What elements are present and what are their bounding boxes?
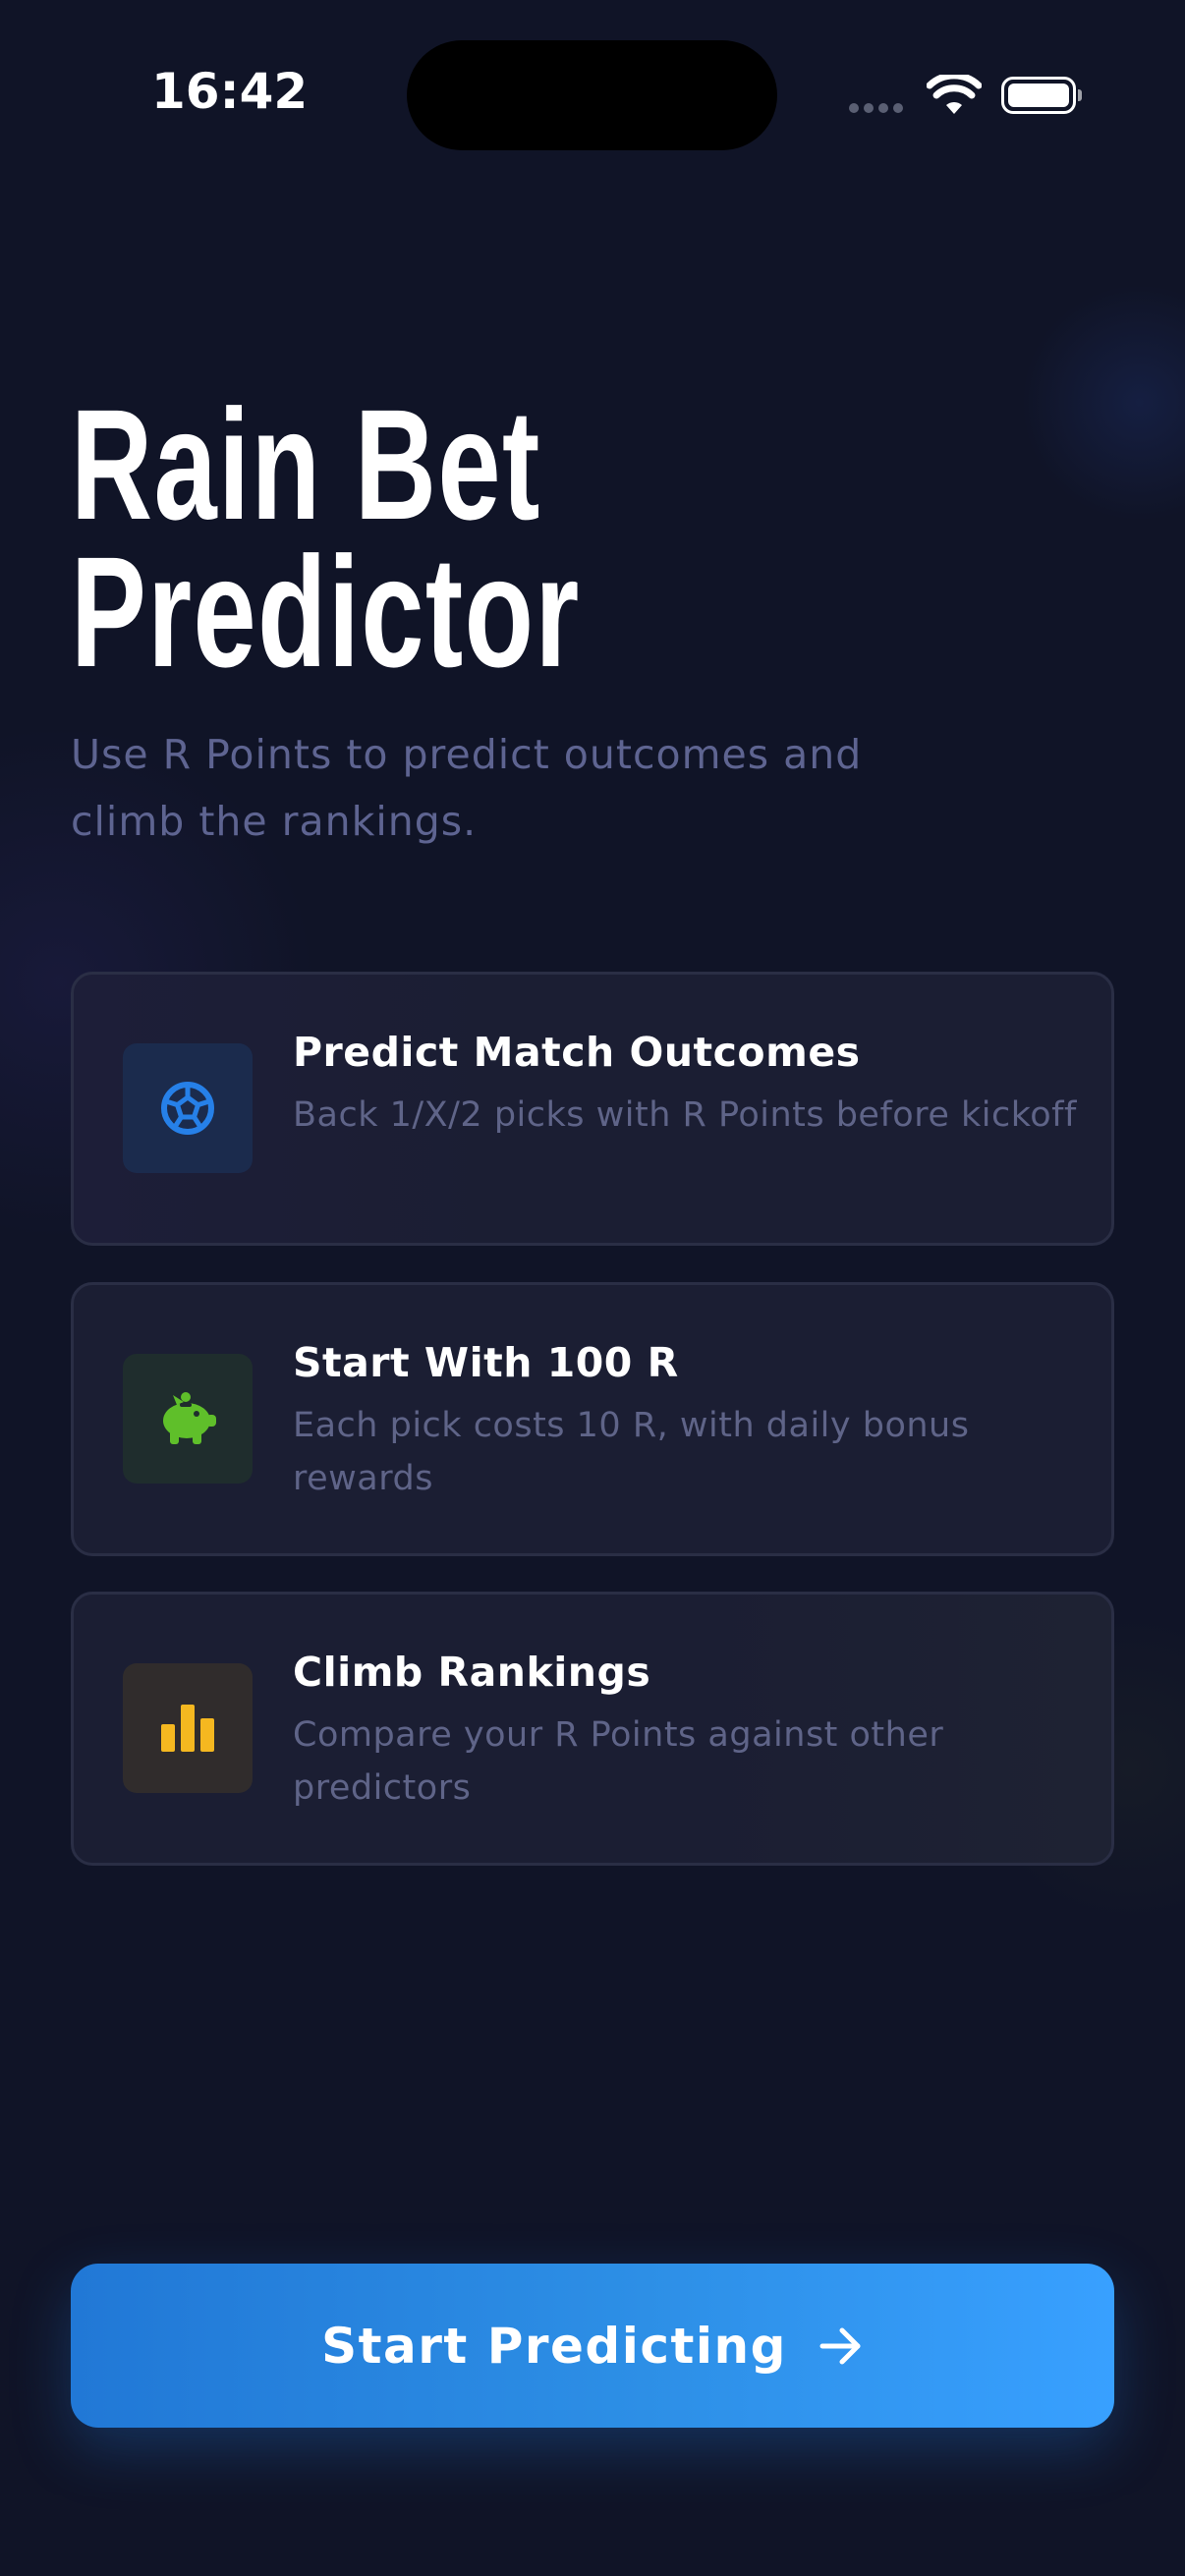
start-predicting-button[interactable]: Start Predicting <box>71 2264 1114 2428</box>
feature-description: Compare your R Points against other pred… <box>293 1715 944 1808</box>
feature-description: Each pick costs 10 R, with daily bonus r… <box>293 1406 970 1498</box>
feature-card-rankings: Climb Rankings Compare your R Points aga… <box>71 1592 1114 1866</box>
cellular-signal-icon <box>849 103 903 113</box>
start-predicting-label: Start Predicting <box>321 2317 787 2375</box>
feature-icon-tile <box>123 1043 253 1173</box>
feature-icon-tile <box>123 1354 253 1484</box>
bar-chart-icon <box>161 1705 214 1752</box>
piggy-bank-icon <box>163 1392 216 1444</box>
dynamic-island <box>407 40 777 150</box>
page-title: Rain Bet Predictor <box>71 376 581 700</box>
feature-title: Start With 100 R <box>293 1339 679 1386</box>
soccer-ball-icon <box>161 1082 214 1135</box>
feature-card-start: Start With 100 R Each pick costs 10 R, w… <box>71 1282 1114 1556</box>
title-line-2: Predictor <box>71 524 581 700</box>
title-line-1: Rain Bet <box>71 376 541 552</box>
arrow-right-icon <box>819 2327 861 2364</box>
wifi-icon <box>927 75 982 114</box>
feature-card-predict: Predict Match Outcomes Back 1/X/2 picks … <box>71 972 1114 1246</box>
battery-icon <box>1001 77 1082 114</box>
page-subtitle: Use R Points to predict outcomes and cli… <box>71 731 863 845</box>
feature-description: Back 1/X/2 picks with R Points before ki… <box>293 1095 1077 1135</box>
feature-title: Climb Rankings <box>293 1649 651 1696</box>
status-time: 16:42 <box>151 63 309 120</box>
onboarding-screen: 16:42 Rain Bet Predictor Use R Points to… <box>0 0 1185 2576</box>
feature-icon-tile <box>123 1663 253 1793</box>
feature-title: Predict Match Outcomes <box>293 1029 861 1076</box>
